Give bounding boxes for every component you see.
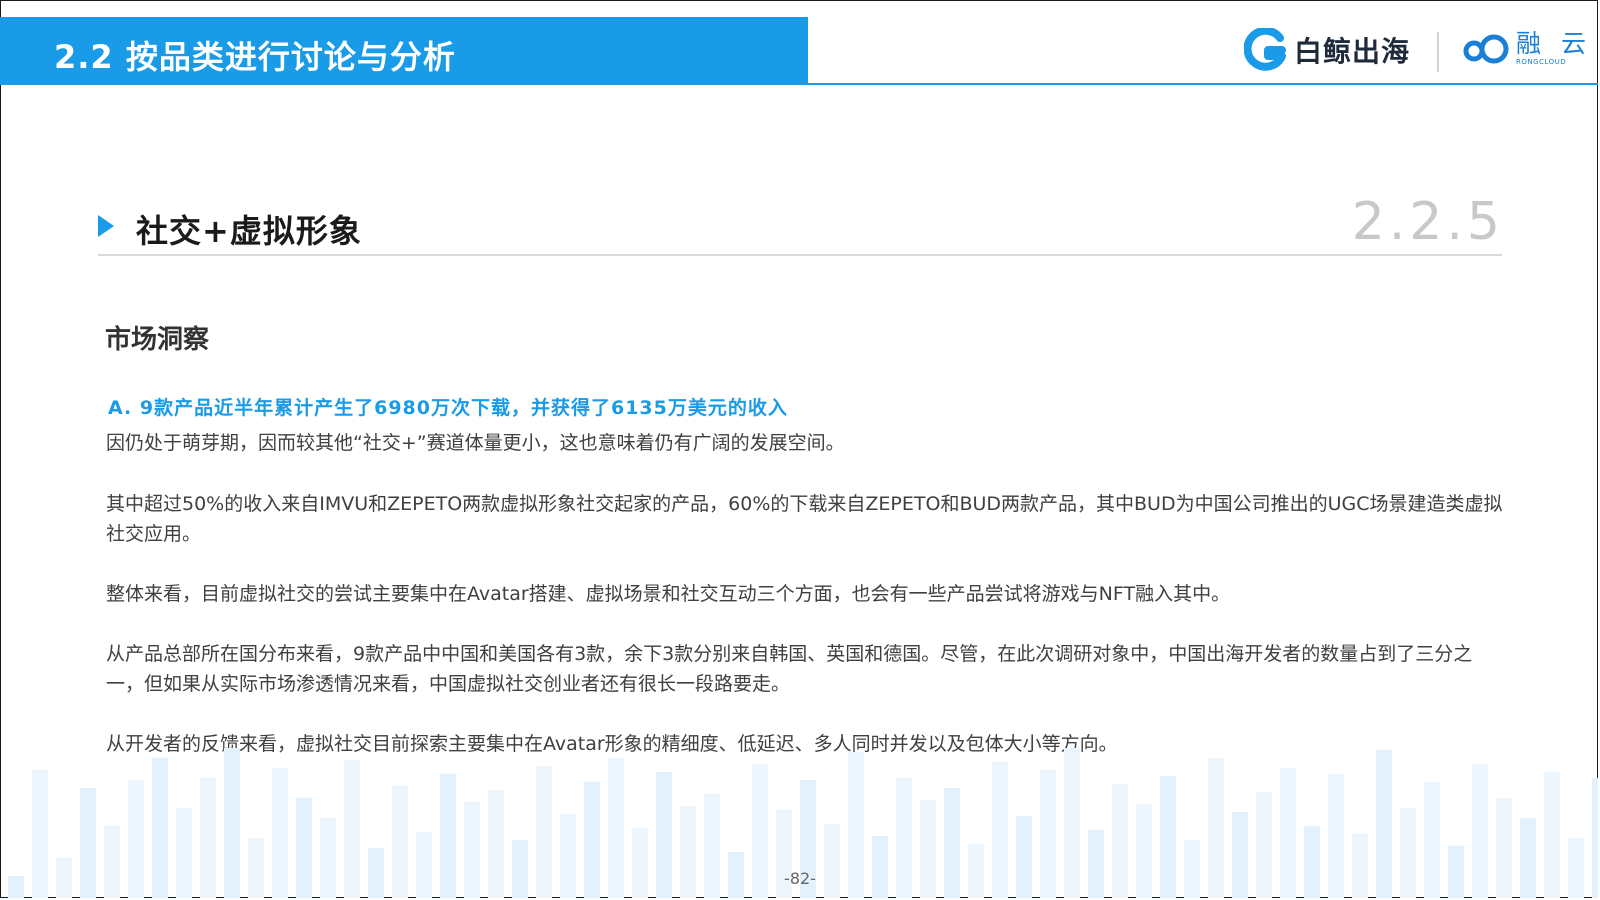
paragraph: 整体来看，目前虚拟社交的尝试主要集中在Avatar搭建、虚拟场景和社交互动三个方… xyxy=(106,583,1231,605)
section-number: 2.2.5 xyxy=(1351,192,1504,252)
rongyun-logo-subtext: RONGCLOUD xyxy=(1516,58,1567,66)
page-number: -82- xyxy=(784,869,816,888)
logo-divider xyxy=(1437,32,1439,72)
highlight-text: A. 9款产品近半年累计产生了6980万次下载，并获得了6135万美元的收入 xyxy=(108,397,788,419)
baijing-g-icon xyxy=(1244,28,1286,71)
section-divider xyxy=(98,254,1502,256)
decorative-bar xyxy=(872,836,888,898)
rongyun-infinity-icon xyxy=(1463,34,1509,63)
decorative-bar xyxy=(1568,838,1584,898)
baijing-logo-text: 白鲸出海 xyxy=(1294,35,1411,68)
section-arrow-icon xyxy=(98,215,114,237)
rongyun-logo: 融 云 RONGCLOUD xyxy=(1460,30,1592,67)
subheading: 市场洞察 xyxy=(105,325,210,355)
header-underline xyxy=(808,83,1598,85)
section-title: 社交+虚拟形象 xyxy=(136,212,362,250)
decorative-bar xyxy=(416,832,432,898)
decorative-bar xyxy=(1352,834,1368,898)
baijing-logo: 白鲸出海 xyxy=(1244,28,1410,72)
decorative-bar xyxy=(248,838,264,898)
rongyun-logo-text: 融 云 xyxy=(1516,29,1592,58)
paragraph: 从产品总部所在国分布来看，9款产品中中国和美国各有3款，余下3款分别来自韩国、英… xyxy=(106,643,1473,695)
paragraph: 因仍处于萌芽期，因而较其他“社交+”赛道体量更小，这也意味着仍有广阔的发展空间。 xyxy=(106,432,845,454)
paragraph: 其中超过50%的收入来自IMVU和ZEPETO两款虚拟形象社交起家的产品，60%… xyxy=(106,493,1503,545)
page-title: 2.2 按品类进行讨论与分析 xyxy=(54,38,456,76)
